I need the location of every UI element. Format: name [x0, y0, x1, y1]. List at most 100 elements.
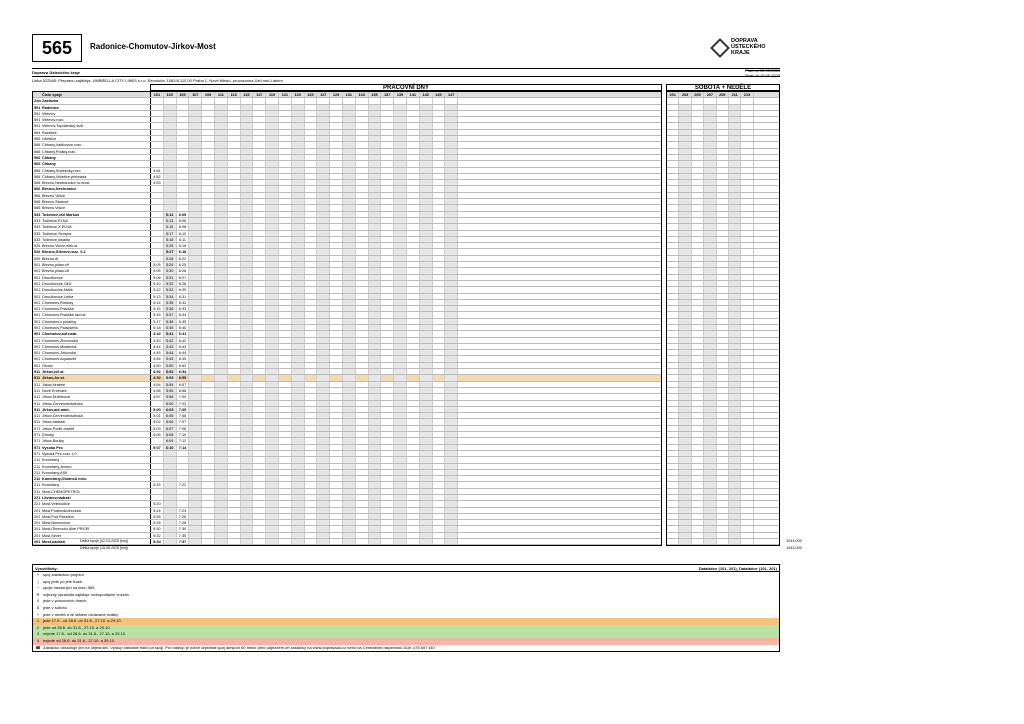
time-cell	[279, 476, 292, 482]
time-cell	[253, 450, 267, 457]
time-cell	[330, 350, 343, 356]
time-cell	[266, 413, 279, 419]
time-cell	[317, 110, 331, 117]
time-cell	[291, 217, 305, 224]
time-cell	[667, 495, 680, 501]
legend-symbol: +	[36, 611, 40, 617]
time-cell	[692, 243, 705, 249]
time-cell	[368, 318, 382, 324]
time-cell	[356, 532, 369, 539]
time-cell	[728, 205, 742, 211]
time-cell	[253, 520, 267, 526]
time-cell	[667, 394, 680, 400]
time-cell	[342, 180, 356, 186]
time-cell: 5:17	[163, 230, 177, 236]
stop-zone: 533	[34, 231, 41, 236]
time-cell	[330, 318, 343, 324]
time-cell	[177, 167, 190, 173]
legend-symbol: 4	[36, 637, 40, 643]
time-cell	[419, 173, 433, 180]
time-cell	[342, 148, 356, 154]
time-cell	[291, 444, 305, 450]
time-cell	[679, 387, 692, 394]
time-cell	[356, 306, 369, 312]
time-cell: 6:10	[163, 444, 177, 450]
time-cell	[189, 532, 203, 539]
time-cell	[692, 375, 705, 381]
time-cell	[214, 110, 228, 117]
time-cell	[381, 299, 395, 306]
time-cell	[291, 262, 305, 268]
stop-name: Radonice	[41, 104, 151, 110]
time-cell	[240, 381, 254, 387]
time-cell: 6:44	[177, 350, 190, 356]
time-cell	[279, 280, 292, 287]
time-cell	[433, 280, 446, 287]
time-cell	[305, 387, 318, 394]
time-cell	[433, 236, 446, 243]
time-cell	[704, 142, 717, 148]
time-cell	[151, 123, 164, 129]
time-cell: 5:43	[163, 343, 177, 350]
time-cell	[433, 249, 446, 255]
time-cell	[381, 450, 395, 457]
time-cell	[445, 148, 459, 154]
time-cell	[253, 488, 267, 494]
time-cell	[667, 173, 680, 180]
time-cell	[151, 469, 164, 476]
time-cell	[356, 110, 369, 117]
time-cell	[214, 331, 228, 337]
time-cell	[704, 539, 717, 545]
time-cell	[433, 262, 446, 268]
time-cell	[381, 249, 395, 255]
time-cell	[240, 501, 254, 507]
time-cell	[704, 186, 717, 192]
time-cell	[240, 274, 254, 280]
time-cell	[679, 262, 692, 268]
time-cell	[317, 356, 331, 362]
stop-zone: 201	[34, 514, 41, 519]
time-cell	[445, 117, 459, 123]
time-cell	[279, 268, 292, 274]
time-cell	[433, 457, 446, 463]
time-cell	[317, 224, 331, 230]
time-cell	[741, 476, 754, 482]
time-cell	[445, 381, 459, 387]
stop-name: Most,Podkrušnohorská	[41, 507, 151, 513]
time-cell	[228, 249, 241, 255]
trip-flag	[241, 98, 254, 104]
time-cell	[394, 432, 407, 438]
time-cell	[692, 312, 705, 318]
time-cell	[407, 199, 420, 205]
time-cell: 6:40	[177, 324, 190, 331]
time-cell	[330, 369, 343, 375]
time-cell	[419, 507, 433, 513]
time-cell	[679, 243, 692, 249]
stop-zone: 533	[34, 225, 41, 230]
time-cell	[692, 192, 705, 199]
time-cell	[202, 350, 215, 356]
time-cell: 5:41	[163, 331, 177, 337]
time-cell	[704, 262, 717, 268]
time-cell: 5:35	[163, 299, 177, 306]
time-cell	[717, 369, 729, 375]
route-number: 565	[32, 34, 82, 62]
time-cell	[305, 463, 318, 469]
time-cell	[394, 400, 407, 406]
time-cell	[253, 457, 267, 463]
time-cell	[445, 249, 459, 255]
time-cell	[704, 507, 717, 513]
time-cell	[214, 469, 228, 476]
time-cell: 4:54	[151, 381, 164, 387]
time-cell	[202, 318, 215, 324]
time-cell: 6:08	[177, 224, 190, 230]
time-cell	[368, 438, 382, 444]
time-cell	[266, 192, 279, 199]
time-cell	[704, 161, 717, 167]
time-cell	[728, 236, 742, 243]
time-cell	[741, 526, 754, 532]
time-cell	[214, 482, 228, 488]
time-cell	[317, 507, 331, 513]
stop-zone: 566	[34, 200, 41, 205]
time-cell	[728, 394, 742, 400]
